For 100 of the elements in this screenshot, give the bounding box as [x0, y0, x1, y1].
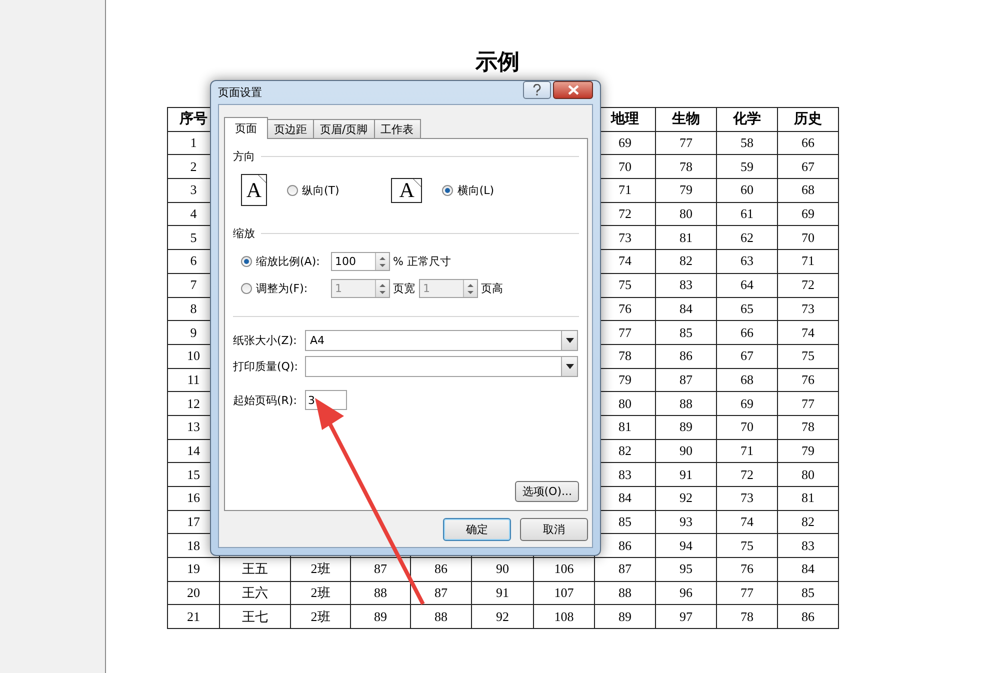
table-cell: 74 — [716, 510, 778, 534]
table-cell: 107 — [534, 581, 594, 605]
table-cell: 72 — [778, 273, 838, 297]
table-cell: 2班 — [290, 558, 350, 582]
unit-label: 页高 — [481, 281, 503, 296]
dialog-button[interactable]: 确定 — [443, 518, 511, 540]
field-label: 起始页码(R): — [233, 392, 298, 408]
table-cell: 65 — [716, 297, 778, 321]
close-icon — [568, 84, 578, 94]
table-cell: 97 — [656, 604, 716, 629]
table-cell: 73 — [778, 297, 838, 321]
radio-button[interactable]: 横向(L) — [442, 182, 494, 198]
tab[interactable]: 页眉/页脚 — [313, 119, 375, 138]
column-header: 生物 — [656, 108, 716, 132]
dialog-title: 页面设置 — [218, 85, 263, 100]
dropdown-field[interactable] — [305, 356, 578, 376]
table-cell: 王五 — [220, 558, 290, 582]
table-cell: 87 — [350, 558, 410, 582]
table-cell: 74 — [778, 320, 838, 344]
table-cell: 71 — [716, 439, 778, 463]
table-cell: 19 — [168, 558, 220, 582]
table-cell: 83 — [778, 534, 838, 558]
caret-icon — [566, 338, 574, 342]
table-cell: 76 — [778, 368, 838, 392]
table-cell: 88 — [594, 581, 656, 605]
table-cell: 82 — [656, 250, 716, 274]
table-cell: 67 — [716, 344, 778, 368]
table-cell: 92 — [472, 604, 534, 629]
tab[interactable]: 页边距 — [267, 119, 314, 138]
table-cell: 78 — [716, 604, 778, 629]
table-cell: 59 — [716, 154, 778, 179]
table-cell: 83 — [656, 273, 716, 297]
unit-label: % 正常尺寸 — [393, 254, 451, 269]
table-cell: 85 — [656, 320, 716, 344]
field-label: 纸张大小(Z): — [233, 332, 298, 348]
table-cell: 58 — [716, 131, 778, 155]
table-cell: 87 — [410, 581, 472, 605]
table-cell: 2班 — [290, 604, 350, 629]
table-cell: 61 — [716, 202, 778, 226]
field-label: 打印质量(Q): — [233, 358, 299, 374]
help-button[interactable] — [523, 80, 551, 98]
options-button[interactable]: 选项(O)... — [515, 481, 579, 502]
table-cell: 87 — [656, 368, 716, 392]
table-cell: 77 — [656, 131, 716, 155]
table-cell: 68 — [716, 368, 778, 392]
table-cell: 79 — [778, 439, 838, 463]
column-header: 历史 — [778, 108, 838, 132]
dialog-button[interactable]: 取消 — [520, 518, 588, 540]
table-cell: 20 — [168, 581, 220, 605]
table-cell: 72 — [716, 462, 778, 486]
table-cell: 81 — [778, 486, 838, 510]
table-cell: 81 — [656, 226, 716, 250]
spinner-field[interactable]: 100 — [331, 252, 390, 271]
table-cell: 86 — [656, 344, 716, 368]
close-button[interactable] — [553, 80, 593, 98]
table-cell: 84 — [656, 297, 716, 321]
table-cell: 78 — [656, 154, 716, 179]
tab[interactable]: 工作表 — [374, 119, 421, 138]
table-cell: 80 — [778, 462, 838, 486]
table-cell: 75 — [778, 344, 838, 368]
table-cell: 86 — [410, 558, 472, 582]
table-cell: 69 — [778, 202, 838, 226]
dropdown-field[interactable]: A4 — [305, 330, 578, 350]
table-cell: 73 — [716, 486, 778, 510]
table-cell: 93 — [656, 510, 716, 534]
table-cell: 90 — [656, 439, 716, 463]
table-cell: 106 — [534, 558, 594, 582]
radio-button[interactable]: 调整为(F): — [241, 280, 331, 296]
table-cell: 96 — [656, 581, 716, 605]
table-cell: 80 — [656, 202, 716, 226]
table-cell: 67 — [778, 154, 838, 179]
table-cell: 70 — [716, 415, 778, 440]
table-cell: 66 — [716, 320, 778, 344]
tab[interactable]: 页面 — [224, 117, 268, 139]
table-cell: 88 — [410, 604, 472, 629]
table-cell: 王六 — [220, 581, 290, 605]
caret-icon — [566, 364, 574, 368]
table-cell: 60 — [716, 178, 778, 202]
table-cell: 88 — [656, 392, 716, 416]
table-cell: 王七 — [220, 604, 290, 629]
table-cell: 2班 — [290, 581, 350, 605]
table-cell: 77 — [716, 581, 778, 605]
help-icon — [532, 84, 542, 96]
table-cell: 70 — [778, 226, 838, 250]
table-cell: 79 — [656, 178, 716, 202]
table-cell: 85 — [778, 581, 838, 605]
table-cell: 92 — [656, 486, 716, 510]
radio-button[interactable]: 纵向(T) — [287, 182, 340, 198]
table-cell: 89 — [350, 604, 410, 629]
table-cell: 87 — [594, 558, 656, 582]
table-cell: 91 — [472, 581, 534, 605]
radio-button[interactable]: 缩放比例(A): — [241, 254, 331, 270]
table-cell: 88 — [350, 581, 410, 605]
table-cell: 69 — [716, 392, 778, 416]
table-cell: 71 — [778, 250, 838, 274]
table-cell: 21 — [168, 604, 220, 629]
page-icon: A — [391, 178, 422, 202]
section-heading: 缩放 — [233, 226, 255, 241]
table-cell: 82 — [778, 510, 838, 534]
table-cell: 91 — [656, 462, 716, 486]
